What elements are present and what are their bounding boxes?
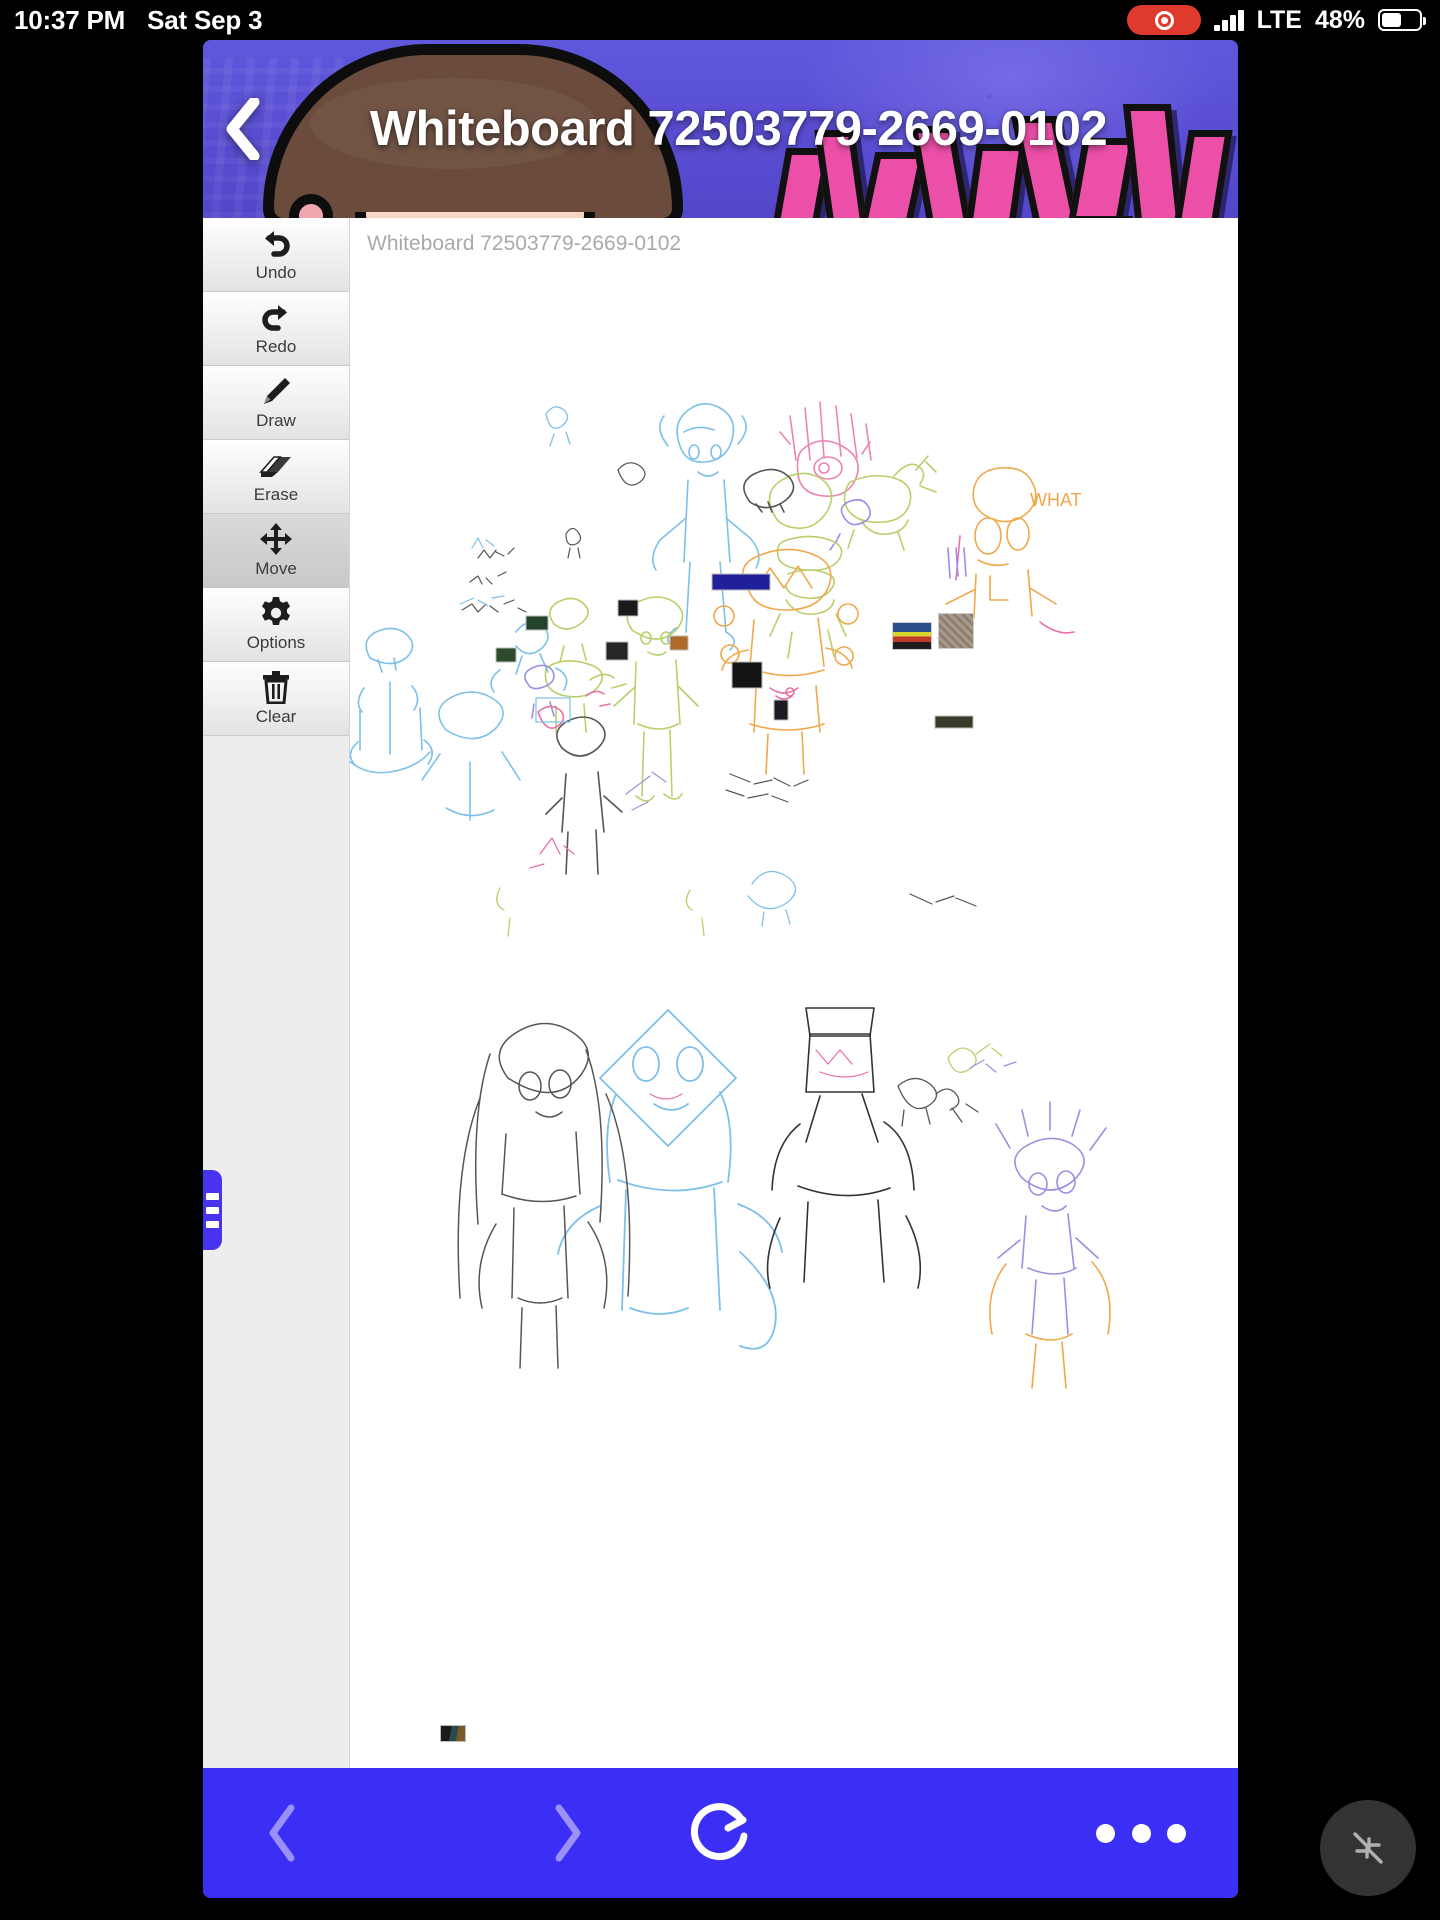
app-body: Undo Redo Draw Erase Move Options Clear … bbox=[203, 218, 1238, 1768]
whiteboard-canvas[interactable]: Whiteboard 72503779-2669-0102 WHAT bbox=[350, 218, 1238, 1768]
screen: 10:37 PM Sat Sep 3 LTE 48% Whiteboard 72… bbox=[0, 0, 1440, 1920]
redo-arrow-icon bbox=[259, 300, 293, 334]
browser-reload-button[interactable] bbox=[678, 1790, 764, 1876]
battery-percent: 48% bbox=[1314, 5, 1365, 34]
eraser-icon bbox=[258, 448, 294, 482]
tool-undo-label: Undo bbox=[255, 263, 297, 282]
embedded-photo-colorful bbox=[892, 622, 932, 650]
browser-bottom-bar bbox=[203, 1768, 1238, 1898]
cellular-bars-icon bbox=[1214, 9, 1244, 31]
whiteboard-drawings: WHAT bbox=[350, 401, 1111, 1389]
status-bar-left: 10:37 PM Sat Sep 3 bbox=[14, 0, 263, 40]
reload-circular-arrow-icon bbox=[690, 1803, 747, 1860]
tool-move[interactable]: Move bbox=[203, 514, 349, 588]
chevron-right-icon bbox=[555, 1804, 581, 1862]
status-date: Sat Sep 3 bbox=[147, 4, 263, 35]
minimize-floating-button[interactable] bbox=[1320, 1800, 1416, 1896]
network-label: LTE bbox=[1256, 5, 1302, 34]
tool-redo[interactable]: Redo bbox=[203, 292, 349, 366]
tool-sidebar: Undo Redo Draw Erase Move Options Clear bbox=[203, 218, 350, 1768]
tool-clear[interactable]: Clear bbox=[203, 662, 349, 736]
tool-move-label: Move bbox=[255, 559, 297, 578]
status-bar-right: LTE 48% bbox=[1127, 0, 1426, 40]
status-time: 10:37 PM bbox=[14, 4, 126, 35]
tool-draw-label: Draw bbox=[256, 411, 296, 430]
three-dots-icon bbox=[1096, 1823, 1115, 1843]
tool-draw[interactable]: Draw bbox=[203, 366, 349, 440]
embedded-photo-bottom bbox=[440, 1725, 466, 1742]
app-header: Whiteboard 72503779-2669-0102 bbox=[203, 40, 1238, 218]
drawer-handle[interactable] bbox=[203, 1170, 222, 1250]
tool-redo-label: Redo bbox=[255, 337, 297, 356]
chevron-left-icon bbox=[269, 1804, 295, 1862]
browser-back-button[interactable] bbox=[247, 1798, 317, 1868]
tool-erase[interactable]: Erase bbox=[203, 440, 349, 514]
gear-icon bbox=[259, 596, 293, 630]
battery-icon bbox=[1378, 9, 1426, 31]
tool-undo[interactable]: Undo bbox=[203, 218, 349, 292]
hamburger-handle-icon bbox=[206, 1192, 219, 1200]
move-arrows-icon bbox=[259, 522, 293, 556]
undo-arrow-icon bbox=[259, 226, 293, 260]
trash-can-icon bbox=[261, 670, 291, 704]
record-indicator-icon bbox=[1127, 5, 1202, 35]
page-title: Whiteboard 72503779-2669-0102 bbox=[369, 102, 1108, 156]
browser-forward-button[interactable] bbox=[533, 1798, 603, 1868]
minimize-arrows-icon bbox=[1353, 1832, 1383, 1864]
svg-text:WHAT: WHAT bbox=[1030, 490, 1082, 510]
app-window: Whiteboard 72503779-2669-0102 Undo Redo … bbox=[203, 40, 1238, 1898]
status-bar: 10:37 PM Sat Sep 3 LTE 48% bbox=[0, 0, 1440, 40]
tool-options[interactable]: Options bbox=[203, 588, 349, 662]
embedded-photo-texture bbox=[938, 613, 974, 649]
tool-clear-label: Clear bbox=[255, 707, 297, 726]
tool-erase-label: Erase bbox=[253, 485, 299, 504]
browser-more-button[interactable] bbox=[1096, 1803, 1186, 1863]
pencil-icon bbox=[259, 374, 293, 408]
tool-options-label: Options bbox=[246, 633, 306, 652]
